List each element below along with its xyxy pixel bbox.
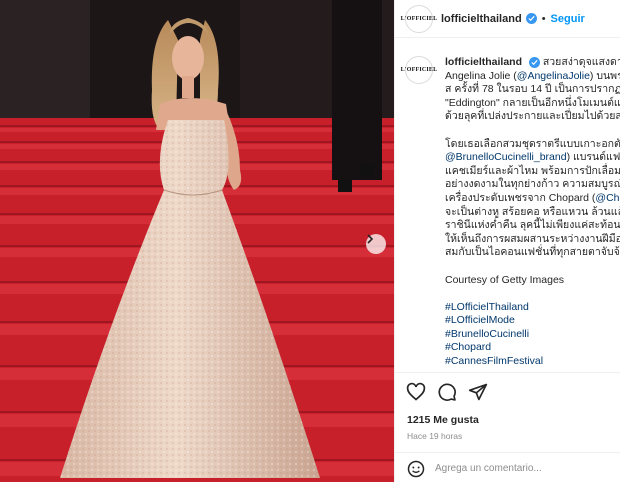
caption-line: ส ครั้งที่ 78 ในรอบ 14 ปี เป็นการปรากฏตั [445,83,620,96]
courtesy-line: Courtesy of Getty Images [445,273,565,286]
share-icon[interactable] [468,382,488,402]
caption-line: เครื่องประดับเพชรจาก Chopard (@Chop [445,192,620,206]
caption-line: โดยเธอเลือกสวมชุดราตรีแบบเกาะอกตัดเ [445,137,620,150]
caption-text: lofficielthailand สวยสง่าดุจแสงดาว :: An… [445,56,620,369]
separator-dot: • [541,12,546,25]
caption-line: ให้เห็นถึงการผสมผสานระหว่างงานฝีมือชั้ [445,232,620,245]
verified-badge-icon [528,57,540,68]
hashtag-link[interactable]: #Chopard [445,341,620,355]
emoji-icon[interactable] [407,460,425,478]
avatar[interactable]: L'OFFICIEL [401,4,437,33]
action-bar [395,372,620,412]
caption-line-text: ) บนพร [589,69,620,82]
avatar-logo-text: L'OFFICIEL [400,15,438,22]
caption-avatar[interactable]: L'OFFICIEL [401,56,437,84]
caption-username[interactable]: lofficielthailand [445,56,522,68]
hashtag-link[interactable]: #CannesFilmFestival [445,355,620,369]
red-carpet-photo [0,0,394,482]
follow-button[interactable]: Seguir [551,13,585,25]
hashtag-link[interactable]: #LOfficielThailand [445,301,620,315]
header-username[interactable]: lofficielthailand [441,13,522,25]
caption-line: จะเป็นต่างหู สร้อยคอ หรือแหวน ล้วนแล้ว [445,205,620,218]
mention-link[interactable]: @Chop [595,192,620,204]
caption-line-text: ) แบรนด์แฟช [566,151,620,164]
caption-line: @BrunelloCucinelli_brand) แบรนด์แฟช [445,151,620,165]
caption-line-text: สวยสง่าดุจแสงดาว :: [542,56,620,68]
chevron-right-icon [367,234,374,244]
caption-area: L'OFFICIEL lofficielthailand สวยสง่าดุจแ… [395,38,620,372]
caption-line: แคชเมียร์และผ้าไหม พร้อมการปักเลื่อมอ [445,164,620,177]
hashtag-link[interactable]: #BrunelloCucinelli [445,328,620,342]
caption-line: "Eddington" กลายเป็นอีกหนึ่งโมเมนต์แห [445,96,620,109]
avatar-logo-text: L'OFFICIEL [400,67,438,73]
caption-line-text: Angelina Jolie ( [445,69,517,82]
caption-line: ราชินีแห่งค่ำคืน ลุคนี้ไม่เพียงแค่สะท้อน… [445,219,620,232]
comment-icon[interactable] [437,382,457,402]
likes-count[interactable]: 1215 Me gusta [407,414,479,426]
caption-line: lofficielthailand สวยสง่าดุจแสงดาว :: [445,56,620,70]
caption-line-text: เครื่องประดับเพชรจาก Chopard ( [445,191,596,204]
hashtag-link[interactable]: #LOfficielMode [445,314,620,328]
post-side-panel: L'OFFICIEL lofficielthailand • Seguir L'… [394,0,620,482]
mention-link[interactable]: @AngelinaJolie [517,70,590,82]
carousel-next-button[interactable] [366,234,386,254]
comment-input[interactable] [435,458,615,478]
caption-line: ด้วยลุคที่เปล่งประกายและเปี่ยมไปด้วยสเ [445,110,620,123]
caption-line: สมกับเป็นไอคอนแฟชั่นที่ทุกสายตาจับจ้อ [445,246,620,259]
caption-line: Angelina Jolie (@AngelinaJolie) บนพร [445,70,620,84]
caption-line: อย่างงดงามในทุกย่างก้าว ความสมบูรณ์แบ [445,178,620,191]
post-timestamp[interactable]: Hace 19 horas [407,431,462,441]
verified-badge-icon [525,13,537,24]
post-header: L'OFFICIEL lofficielthailand • Seguir [395,0,620,38]
post-photo[interactable] [0,0,394,482]
comment-bar [395,452,620,482]
mention-link[interactable]: @BrunelloCucinelli_brand [445,151,567,163]
heart-icon[interactable] [406,382,426,402]
